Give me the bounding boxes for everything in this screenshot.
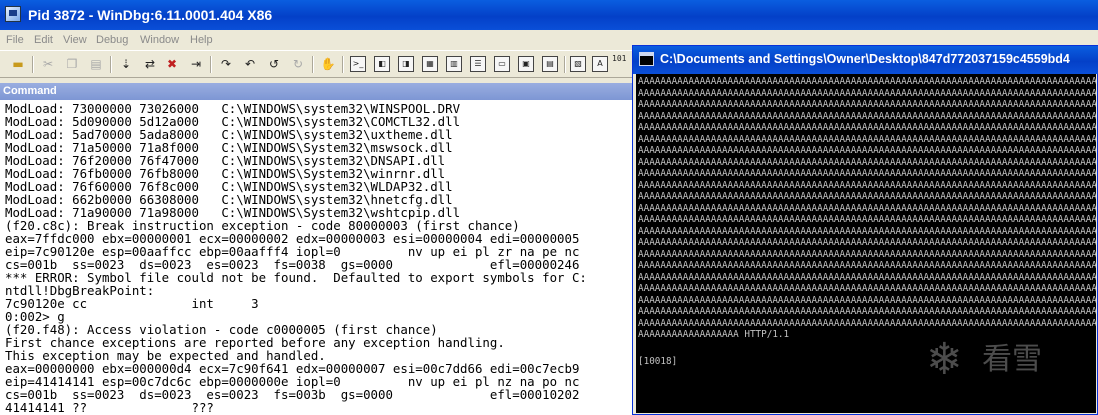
console-line: AAAAAAAAAAAAAAAAAAAAAAAAAAAAAAAAAAAAAAAA… xyxy=(638,260,1096,271)
source-mode-icon[interactable]: ▧ xyxy=(570,56,586,72)
watermark-text: 看雪 xyxy=(982,343,1042,376)
console-line: AAAAAAAAAAAAAAAAAAAAAAAAAAAAAAAAAAAAAAAA… xyxy=(638,202,1096,214)
console-line: AAAAAAAAAAAAAAAAAAAAAAAAAAAAAAAAAAAAAAAA… xyxy=(638,145,1096,156)
console-line: AAAAAAAAAAAAAAAAAAAAAAAAAAAAAAAAAAAAAAAA… xyxy=(638,122,1096,133)
menu-help[interactable]: Help xyxy=(190,34,213,46)
console-line: AAAAAAAAAAAAAAAAAAAAAAAAAAAAAAAAAAAAAAAA… xyxy=(638,110,1096,122)
cut-icon[interactable]: ✂ xyxy=(40,56,56,72)
toolbar-separator xyxy=(210,56,212,73)
command-window-title: Command xyxy=(3,85,57,97)
console-line: AAAAAAAAAAAAAAAAAAAAAAAAAAAAAAAAAAAAAAAA… xyxy=(638,214,1096,225)
toolbar-separator xyxy=(564,56,566,73)
step-into-icon[interactable]: ↷ xyxy=(218,56,234,72)
console-line: AAAAAAAAAAAAAAAAAAAAAAAAAAAAAAAAAAAAAAAA… xyxy=(638,87,1096,99)
snowflake-icon: ❄ xyxy=(926,334,963,385)
breakpoint-hand-icon[interactable]: ✋ xyxy=(320,56,336,72)
console-line: AAAAAAAAAAAAAAAAAAAAAAAAAAAAAAAAAAAAAAAA… xyxy=(638,156,1096,168)
menu-file[interactable]: File xyxy=(6,34,24,46)
step-out-icon[interactable]: ↺ xyxy=(266,56,282,72)
processes-threads-icon[interactable]: ▤ xyxy=(542,56,558,72)
console-line: AAAAAAAAAAAAAAAAAAAAAAAAAAAAAAAAAAAAAAAA… xyxy=(638,306,1096,317)
call-stack-window-icon[interactable]: ☰ xyxy=(470,56,486,72)
windbg-title: Pid 3872 - WinDbg:6.11.0001.404 X86 xyxy=(28,7,273,23)
toolbar-separator xyxy=(110,56,112,73)
scratch-pad-icon[interactable]: ▣ xyxy=(518,56,534,72)
console-line: AAAAAAAAAAAAAAAAAAAAAAAAAAAAAAAAAAAAAAAA… xyxy=(638,99,1096,110)
console-line: AAAAAAAAAAAAAAAAAAAAAAAAAAAAAAAAAAAAAAAA… xyxy=(638,294,1096,306)
go-icon[interactable]: ⇣ xyxy=(118,56,134,72)
restart-icon[interactable]: ⇄ xyxy=(142,56,158,72)
memory-window-icon[interactable]: ▥ xyxy=(446,56,462,72)
command-window-title-bar[interactable]: Command xyxy=(0,83,640,100)
font-icon[interactable]: A xyxy=(592,56,608,72)
command-window-icon[interactable]: >_ xyxy=(350,56,366,72)
console-line: AAAAAAAAAAAAAAAAAA HTTP/1.1 xyxy=(638,329,790,340)
step-over-icon[interactable]: ↶ xyxy=(242,56,258,72)
console-line: AAAAAAAAAAAAAAAAAAAAAAAAAAAAAAAAAAAAAAAA… xyxy=(638,271,1096,283)
console-line: AAAAAAAAAAAAAAAAAAAAAAAAAAAAAAAAAAAAAAAA… xyxy=(638,76,1096,87)
console-line: AAAAAAAAAAAAAAAAAAAAAAAAAAAAAAAAAAAAAAAA… xyxy=(638,191,1096,202)
paste-icon[interactable]: ▤ xyxy=(88,56,104,72)
copy-icon[interactable]: ❐ xyxy=(64,56,80,72)
console-title-bar[interactable]: C:\Documents and Settings\Owner\Desktop\… xyxy=(633,46,1098,74)
watch-window-icon[interactable]: ◧ xyxy=(374,56,390,72)
console-title: C:\Documents and Settings\Owner\Desktop\… xyxy=(660,52,1070,66)
break-icon[interactable]: ⇥ xyxy=(188,56,204,72)
toolbar-separator xyxy=(342,56,344,73)
console-line: AAAAAAAAAAAAAAAAAAAAAAAAAAAAAAAAAAAAAAAA… xyxy=(638,237,1096,248)
console-line: AAAAAAAAAAAAAAAAAAAAAAAAAAAAAAAAAAAAAAAA… xyxy=(638,168,1096,179)
command-output[interactable]: ModLoad: 73000000 73026000 C:\WINDOWS\sy… xyxy=(0,100,640,415)
disassembly-window-icon[interactable]: ▭ xyxy=(494,56,510,72)
windbg-title-bar[interactable]: Pid 3872 - WinDbg:6.11.0001.404 X86 xyxy=(0,0,1098,30)
locals-window-icon[interactable]: ◨ xyxy=(398,56,414,72)
console-line: AAAAAAAAAAAAAAAAAAAAAAAAAAAAAAAAAAAAAAAA… xyxy=(638,133,1096,145)
run-to-cursor-icon[interactable]: ↻ xyxy=(290,56,306,72)
registers-window-icon[interactable]: ▦ xyxy=(422,56,438,72)
windbg-app-icon[interactable] xyxy=(5,6,21,22)
menu-view[interactable]: View xyxy=(63,34,87,46)
console-line: AAAAAAAAAAAAAAAAAAAAAAAAAAAAAAAAAAAAAAAA… xyxy=(638,179,1096,191)
watermark-logo: ❄ 看雪 xyxy=(926,336,1086,386)
console-line: AAAAAAAAAAAAAAAAAAAAAAAAAAAAAAAAAAAAAAAA… xyxy=(638,248,1096,260)
menu-window[interactable]: Window xyxy=(140,34,179,46)
stop-debugging-icon[interactable]: ✖ xyxy=(164,56,180,72)
console-line: AAAAAAAAAAAAAAAAAAAAAAAAAAAAAAAAAAAAAAAA… xyxy=(638,225,1096,237)
console-line: AAAAAAAAAAAAAAAAAAAAAAAAAAAAAAAAAAAAAAAA… xyxy=(638,317,1096,329)
output-line: 41414141 ?? ??? xyxy=(5,400,214,415)
open-icon[interactable]: ▬ xyxy=(10,56,26,72)
menu-edit[interactable]: Edit xyxy=(34,34,53,46)
console-app-icon[interactable] xyxy=(639,52,654,66)
console-line: AAAAAAAAAAAAAAAAAAAAAAAAAAAAAAAAAAAAAAAA… xyxy=(638,283,1096,294)
toolbar-separator xyxy=(32,56,34,73)
toolbar-separator xyxy=(312,56,314,73)
console-status-line: [10018] xyxy=(638,356,678,367)
menu-debug[interactable]: Debug xyxy=(96,34,128,46)
